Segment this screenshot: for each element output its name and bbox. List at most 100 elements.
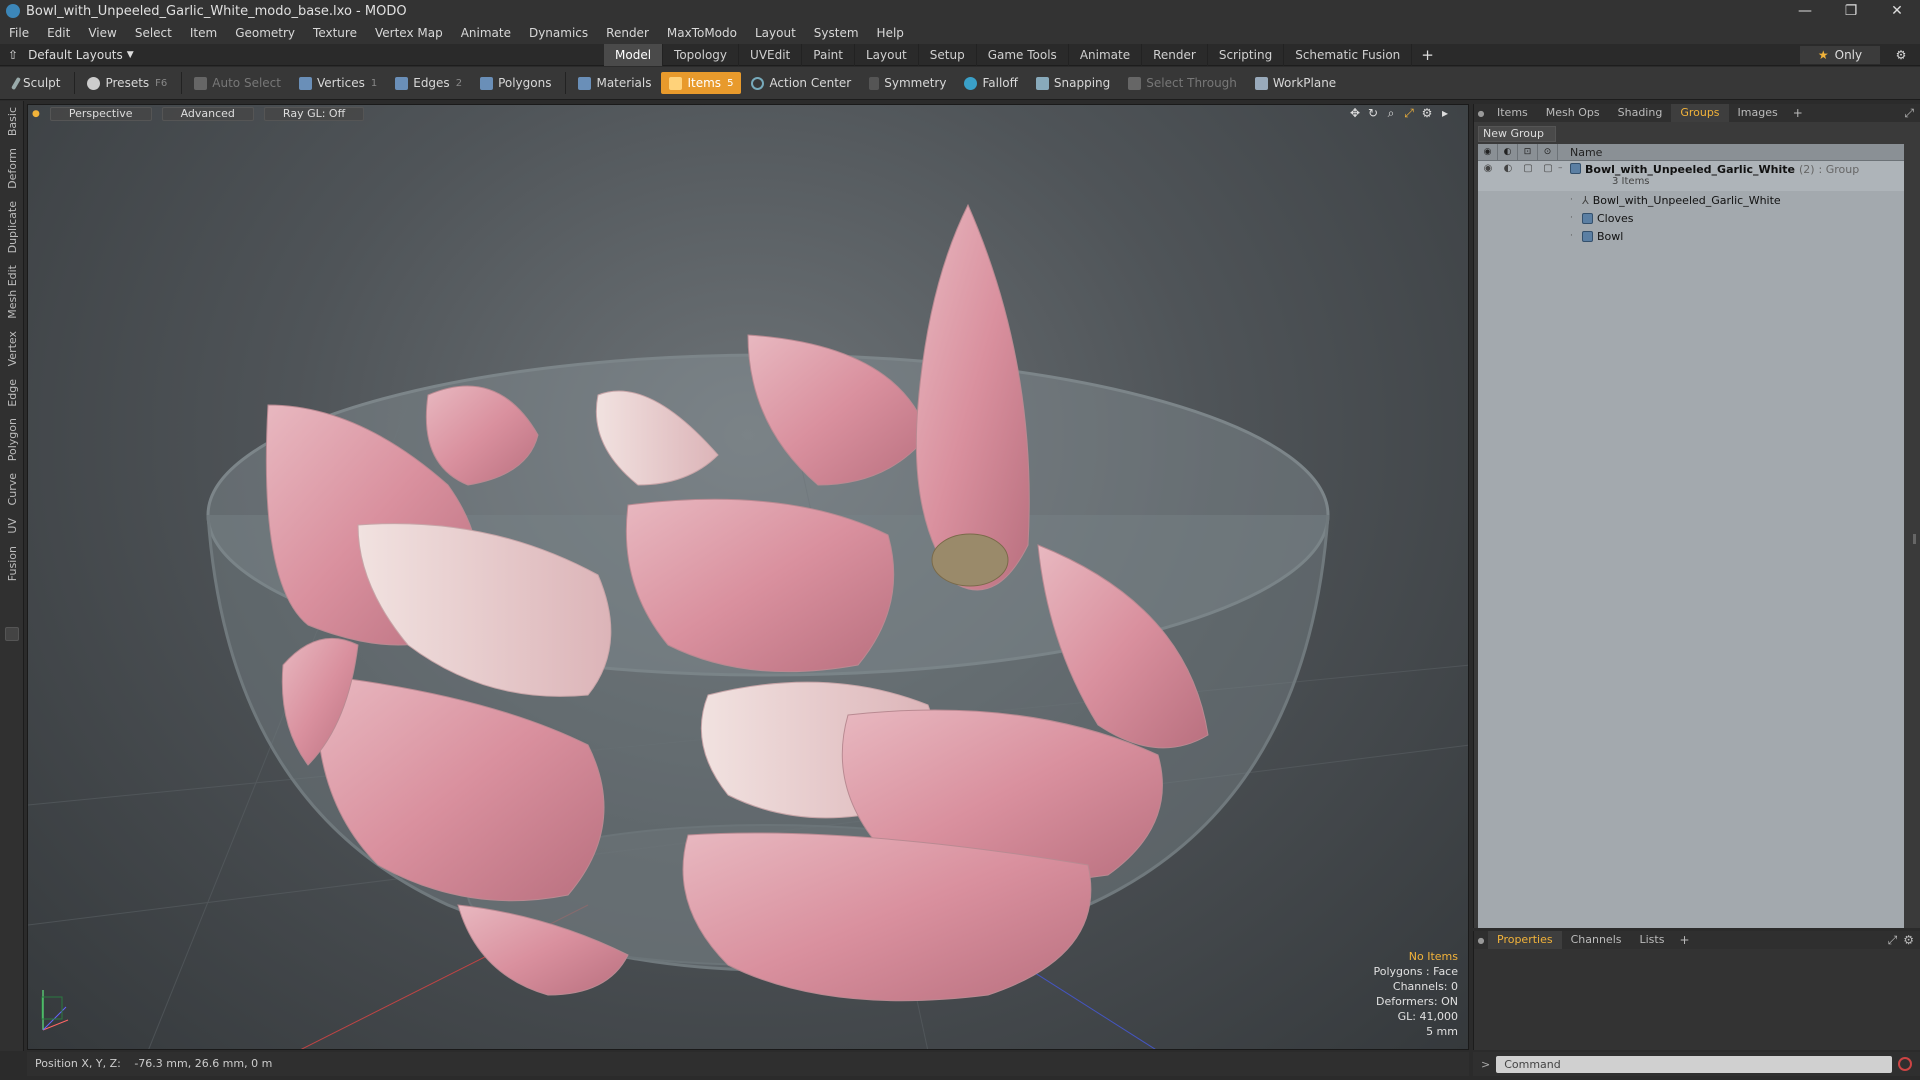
add-tab-icon[interactable]: + xyxy=(1787,106,1809,120)
tab-topology[interactable]: Topology xyxy=(663,44,740,66)
menu-texture[interactable]: Texture xyxy=(304,22,366,44)
menu-system[interactable]: System xyxy=(805,22,868,44)
tab-model[interactable]: Model xyxy=(604,44,664,66)
items-button[interactable]: Items 5 xyxy=(661,72,742,94)
restore-button[interactable]: ❐ xyxy=(1828,0,1874,22)
select-column-icon[interactable]: ⊙ xyxy=(1538,143,1558,161)
shading-mode-button[interactable]: Advanced xyxy=(161,107,254,121)
tab-game-tools[interactable]: Game Tools xyxy=(977,44,1069,66)
group-row[interactable]: ◉ ◐ ▢ ▢ – Bowl_with_Unpeeled_Garlic_Whit… xyxy=(1478,161,1904,191)
tab-scripting[interactable]: Scripting xyxy=(1208,44,1285,66)
vtab-deform[interactable]: Deform xyxy=(0,142,24,195)
menu-dynamics[interactable]: Dynamics xyxy=(520,22,597,44)
action-center-button[interactable]: Action Center xyxy=(743,72,859,94)
tab-setup[interactable]: Setup xyxy=(919,44,977,66)
vtab-duplicate[interactable]: Duplicate xyxy=(0,195,24,259)
command-clear-icon[interactable] xyxy=(1898,1057,1913,1071)
add-tab-button[interactable]: + xyxy=(1412,44,1443,66)
panel-toggle-button[interactable] xyxy=(5,626,19,641)
render-column-icon[interactable]: ◐ xyxy=(1498,143,1518,161)
select-toggle-icon[interactable]: ▢ xyxy=(1538,163,1558,181)
visibility-column-icon[interactable]: ◉ xyxy=(1478,143,1498,161)
menu-item[interactable]: Item xyxy=(181,22,226,44)
menu-vertex-map[interactable]: Vertex Map xyxy=(366,22,452,44)
tab-paint[interactable]: Paint xyxy=(802,44,855,66)
vtab-edge[interactable]: Edge xyxy=(0,373,24,413)
tab-items[interactable]: Items xyxy=(1488,104,1537,122)
menu-edit[interactable]: Edit xyxy=(38,22,79,44)
command-input[interactable]: Command xyxy=(1496,1055,1893,1073)
menu-select[interactable]: Select xyxy=(126,22,181,44)
menu-geometry[interactable]: Geometry xyxy=(226,22,304,44)
fit-icon[interactable]: ⤢ xyxy=(1400,106,1418,121)
vertices-button[interactable]: Vertices 1 xyxy=(291,72,385,94)
tab-lists[interactable]: Lists xyxy=(1631,931,1674,949)
falloff-button[interactable]: Falloff xyxy=(956,72,1025,94)
menu-help[interactable]: Help xyxy=(868,22,913,44)
sculpt-button[interactable]: Sculpt xyxy=(6,72,68,94)
expand-panel-icon[interactable]: ⤢ xyxy=(1888,933,1898,948)
vtab-uv[interactable]: UV xyxy=(0,512,24,540)
tab-properties[interactable]: Properties xyxy=(1488,931,1562,949)
menu-view[interactable]: View xyxy=(79,22,125,44)
only-button[interactable]: ★ Only xyxy=(1800,46,1880,64)
polygons-button[interactable]: Polygons xyxy=(472,72,559,94)
menu-file[interactable]: File xyxy=(0,22,38,44)
pan-icon[interactable]: ✥ xyxy=(1346,106,1364,121)
snapping-button[interactable]: Snapping xyxy=(1028,72,1118,94)
collapse-icon[interactable]: – xyxy=(1558,163,1566,173)
tab-images[interactable]: Images xyxy=(1729,104,1787,122)
materials-button[interactable]: Materials xyxy=(570,72,659,94)
tab-uvedit[interactable]: UVEdit xyxy=(739,44,803,66)
gear-icon[interactable]: ⚙ xyxy=(1892,46,1910,64)
tab-shading[interactable]: Shading xyxy=(1609,104,1672,122)
view-mode-button[interactable]: Perspective xyxy=(49,107,152,121)
list-item[interactable]: · Cloves xyxy=(1478,209,1904,227)
minimize-button[interactable]: — xyxy=(1782,0,1828,22)
workplane-button[interactable]: WorkPlane xyxy=(1247,72,1344,94)
zoom-icon[interactable]: ⌕ xyxy=(1382,106,1400,121)
list-item[interactable]: · ⅄ Bowl_with_Unpeeled_Garlic_White xyxy=(1478,191,1904,209)
presets-button[interactable]: Presets F6 xyxy=(79,72,175,94)
tab-layout[interactable]: Layout xyxy=(855,44,919,66)
panel-menu-icon[interactable]: ● xyxy=(1474,936,1488,945)
edges-button[interactable]: Edges 2 xyxy=(387,72,470,94)
new-group-button[interactable]: New Group xyxy=(1478,126,1556,142)
vtab-vertex[interactable]: Vertex xyxy=(0,325,24,372)
auto-select-button[interactable]: Auto Select xyxy=(186,72,289,94)
close-button[interactable]: ✕ xyxy=(1874,0,1920,22)
render-toggle-icon[interactable]: ◐ xyxy=(1498,163,1518,181)
3d-viewport[interactable]: ● Perspective Advanced Ray GL: Off ✥ ↻ ⌕… xyxy=(27,104,1469,1050)
tab-schematic-fusion[interactable]: Schematic Fusion xyxy=(1284,44,1413,66)
viewport-menu-icon[interactable]: ● xyxy=(32,109,40,119)
tab-groups[interactable]: Groups xyxy=(1671,104,1729,122)
menu-maxtomodo[interactable]: MaxToModo xyxy=(658,22,746,44)
vtab-polygon[interactable]: Polygon xyxy=(0,412,24,467)
vtab-fusion[interactable]: Fusion xyxy=(0,540,24,587)
tab-animate[interactable]: Animate xyxy=(1069,44,1143,66)
vtab-basic[interactable]: Basic xyxy=(0,101,24,142)
viewport-gear-icon[interactable]: ⚙ xyxy=(1418,106,1436,121)
tab-mesh-ops[interactable]: Mesh Ops xyxy=(1537,104,1609,122)
eye-icon[interactable]: ◉ xyxy=(1478,163,1498,181)
expand-panel-icon[interactable]: ⤢ xyxy=(1904,106,1914,121)
add-tab-icon[interactable]: + xyxy=(1673,933,1695,947)
vtab-curve[interactable]: Curve xyxy=(0,467,24,511)
properties-gear-icon[interactable]: ⚙ xyxy=(1903,933,1914,947)
viewport-expand-icon[interactable]: ▸ xyxy=(1436,106,1454,121)
panel-scrollbar[interactable] xyxy=(1913,534,1916,544)
list-item[interactable]: · Bowl xyxy=(1478,227,1904,245)
name-column-header[interactable]: Name xyxy=(1558,146,1602,159)
menu-layout[interactable]: Layout xyxy=(746,22,805,44)
tab-render[interactable]: Render xyxy=(1142,44,1208,66)
panel-menu-icon[interactable]: ● xyxy=(1474,109,1488,118)
symmetry-button[interactable]: Symmetry xyxy=(861,72,954,94)
vtab-mesh-edit[interactable]: Mesh Edit xyxy=(0,259,24,325)
menu-animate[interactable]: Animate xyxy=(452,22,520,44)
menu-render[interactable]: Render xyxy=(597,22,658,44)
tab-channels[interactable]: Channels xyxy=(1562,931,1631,949)
rotate-icon[interactable]: ↻ xyxy=(1364,106,1382,121)
lock-toggle-icon[interactable]: ▢ xyxy=(1518,163,1538,181)
select-through-button[interactable]: Select Through xyxy=(1120,72,1245,94)
lock-column-icon[interactable]: ⊡ xyxy=(1518,143,1538,161)
